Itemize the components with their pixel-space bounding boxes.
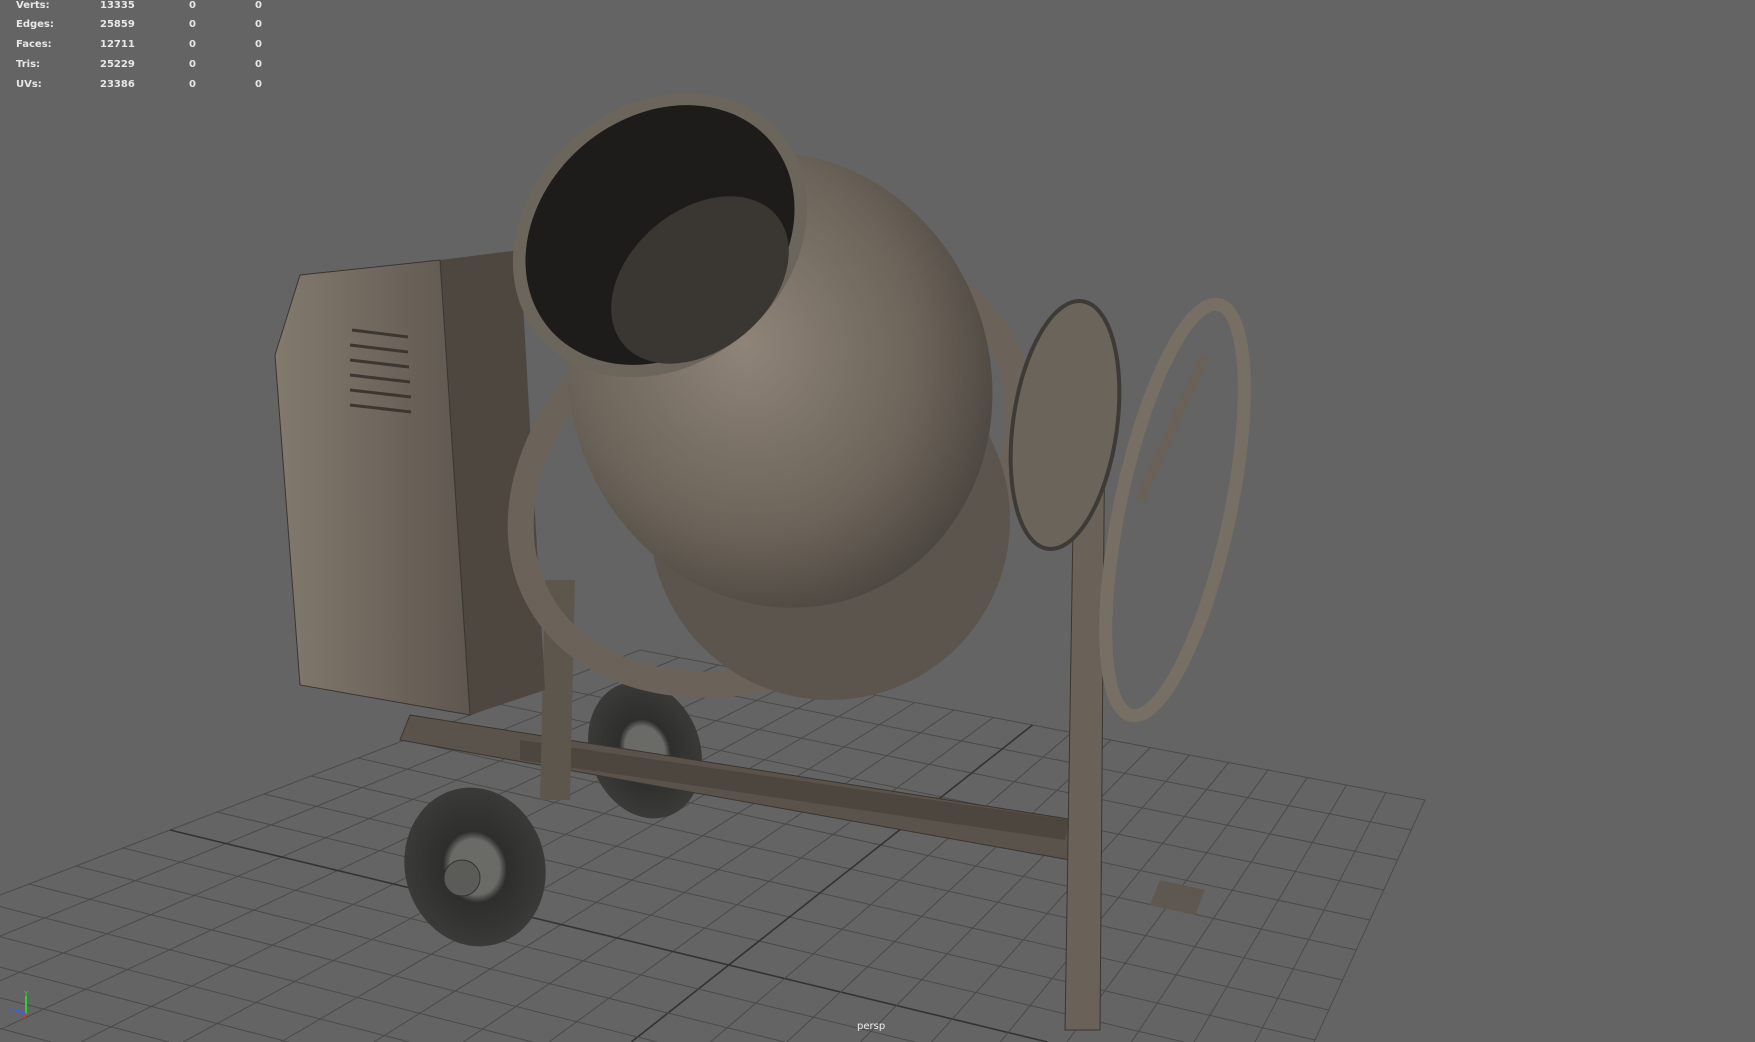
stat-value: 25859: [100, 19, 135, 30]
stat-label: Edges:: [16, 19, 54, 30]
grid-line: [0, 657, 680, 937]
grid-line: [1131, 777, 1308, 1042]
frame-beam-2: [520, 740, 1070, 840]
engine-box-front: [274, 259, 471, 716]
camera-label: persp: [857, 1021, 886, 1032]
stat-value: 0: [255, 79, 262, 90]
stat-value: 12711: [100, 39, 135, 50]
front-wheel-hub: [443, 859, 481, 897]
ground-grid: [0, 649, 1426, 1042]
grid-line: [0, 966, 289, 1042]
grid-line: [169, 829, 1048, 1042]
stat-label: Faces:: [16, 39, 52, 50]
scene: [0, 34, 1426, 1042]
axis-y-label: Y: [23, 990, 29, 998]
grid-line: [28, 883, 658, 1042]
stat-value: 25229: [100, 59, 135, 70]
stat-value: 0: [255, 19, 262, 30]
stat-value: 23386: [100, 79, 135, 90]
axis-gizmo-icon: Y Z: [9, 990, 29, 1019]
stat-value: 0: [255, 59, 262, 70]
stat-value: 0: [189, 19, 196, 30]
stat-value: 13335: [100, 0, 135, 11]
handwheel-spoke: [1135, 352, 1210, 503]
stat-value: 0: [255, 0, 262, 11]
axis-z-label: Z: [9, 1006, 14, 1014]
stat-value: 0: [255, 39, 262, 50]
stat-label: UVs:: [16, 79, 42, 90]
stat-value: 0: [189, 59, 196, 70]
stat-value: 0: [189, 39, 196, 50]
grid-line: [0, 1028, 52, 1042]
stat-value: 0: [189, 79, 196, 90]
stat-value: 0: [189, 0, 196, 11]
pedal: [1150, 880, 1205, 915]
stat-label: Tris:: [16, 59, 41, 70]
3d-viewport[interactable]: Verts: 13335 0 0 Edges: 25859 0 0 Faces:…: [0, 0, 1755, 1042]
stat-label: Verts:: [16, 0, 50, 11]
cement-mixer-model[interactable]: [274, 34, 1272, 1031]
grid-line: [931, 754, 1190, 1042]
grid-line: [1313, 799, 1426, 1042]
